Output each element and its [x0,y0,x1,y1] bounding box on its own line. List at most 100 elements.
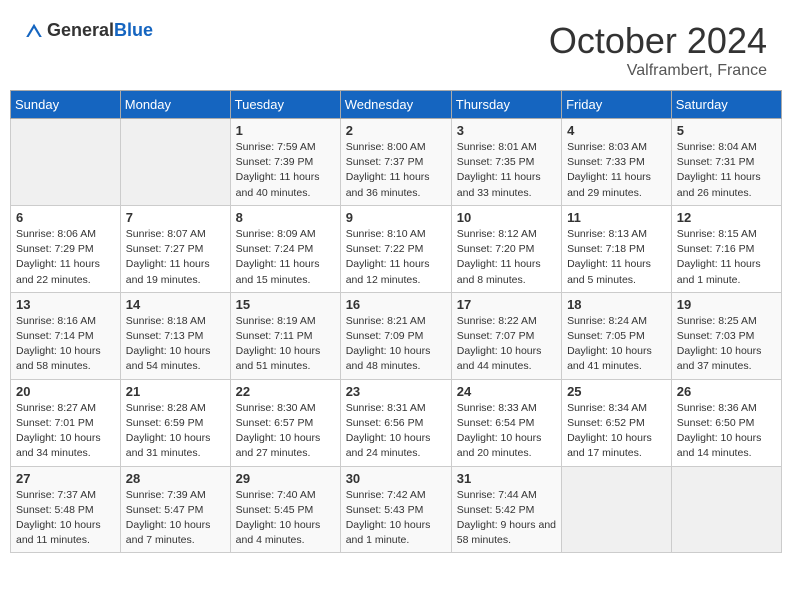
calendar-day-header: Friday [562,91,672,119]
calendar-body: 1 Sunrise: 7:59 AM Sunset: 7:39 PM Daylig… [11,119,782,553]
day-info: Sunrise: 7:59 AM Sunset: 7:39 PM Dayligh… [236,140,335,201]
calendar-cell: 14Sunrise: 8:18 AM Sunset: 7:13 PM Dayli… [120,292,230,379]
calendar-cell: 28 Sunrise: 7:39 AM Sunset: 5:47 PM Dayli… [120,466,230,553]
calendar-cell: 5 Sunrise: 8:04 AM Sunset: 7:31 PM Daylig… [671,119,781,206]
day-info: Sunrise: 8:27 AM Sunset: 7:01 PM Dayligh… [16,401,115,462]
month-title: October 2024 [549,20,767,62]
calendar-cell: 17 Sunrise: 8:22 AM Sunset: 7:07 PM Dayli… [451,292,561,379]
day-info: Sunrise: 8:31 AM Sunset: 6:56 PM Dayligh… [346,401,446,462]
day-number: 1 [236,123,335,138]
day-info: Sunrise: 8:19 AM Sunset: 7:11 PM Dayligh… [236,314,335,375]
calendar-cell: 15 Sunrise: 8:19 AM Sunset: 7:11 PM Dayli… [230,292,340,379]
logo-general-text: General [47,20,114,40]
calendar-cell: 10 Sunrise: 8:12 AM Sunset: 7:20 PM Dayli… [451,205,561,292]
day-number: 4 [567,123,666,138]
calendar-cell: 4 Sunrise: 8:03 AM Sunset: 7:33 PM Daylig… [562,119,672,206]
day-number: 29 [236,471,335,486]
day-info: Sunrise: 8:10 AM Sunset: 7:22 PM Dayligh… [346,227,446,288]
calendar-day-header: Wednesday [340,91,451,119]
day-number: 13 [16,297,115,312]
calendar-cell: 8 Sunrise: 8:09 AM Sunset: 7:24 PM Daylig… [230,205,340,292]
day-number: 5 [677,123,776,138]
day-info: Sunrise: 8:25 AM Sunset: 7:03 PM Dayligh… [677,314,776,375]
location-subtitle: Valframbert, France [549,62,767,80]
page-header: GeneralBlue October 2024 Valframbert, Fr… [10,10,782,85]
day-number: 23 [346,384,446,399]
calendar-day-header: Thursday [451,91,561,119]
day-info: Sunrise: 8:04 AM Sunset: 7:31 PM Dayligh… [677,140,776,201]
calendar-week-row: 1 Sunrise: 7:59 AM Sunset: 7:39 PM Daylig… [11,119,782,206]
day-number: 15 [236,297,335,312]
calendar-cell: 29 Sunrise: 7:40 AM Sunset: 5:45 PM Dayli… [230,466,340,553]
calendar-week-row: 6Sunrise: 8:06 AM Sunset: 7:29 PM Daylig… [11,205,782,292]
day-number: 8 [236,210,335,225]
calendar-cell: 16 Sunrise: 8:21 AM Sunset: 7:09 PM Dayli… [340,292,451,379]
day-info: Sunrise: 8:13 AM Sunset: 7:18 PM Dayligh… [567,227,666,288]
calendar-cell: 1 Sunrise: 7:59 AM Sunset: 7:39 PM Daylig… [230,119,340,206]
day-number: 3 [457,123,556,138]
day-number: 10 [457,210,556,225]
calendar-cell: 3Sunrise: 8:01 AM Sunset: 7:35 PM Daylig… [451,119,561,206]
day-number: 26 [677,384,776,399]
day-number: 9 [346,210,446,225]
day-info: Sunrise: 8:21 AM Sunset: 7:09 PM Dayligh… [346,314,446,375]
day-info: Sunrise: 8:00 AM Sunset: 7:37 PM Dayligh… [346,140,446,201]
day-info: Sunrise: 8:28 AM Sunset: 6:59 PM Dayligh… [126,401,225,462]
day-number: 18 [567,297,666,312]
calendar-week-row: 27 Sunrise: 7:37 AM Sunset: 5:48 PM Dayli… [11,466,782,553]
day-info: Sunrise: 8:09 AM Sunset: 7:24 PM Dayligh… [236,227,335,288]
day-number: 2 [346,123,446,138]
day-number: 17 [457,297,556,312]
calendar-cell: 11 Sunrise: 8:13 AM Sunset: 7:18 PM Dayli… [562,205,672,292]
day-number: 30 [346,471,446,486]
calendar-cell [671,466,781,553]
day-info: Sunrise: 8:34 AM Sunset: 6:52 PM Dayligh… [567,401,666,462]
day-info: Sunrise: 7:42 AM Sunset: 5:43 PM Dayligh… [346,488,446,549]
calendar-cell: 22Sunrise: 8:30 AM Sunset: 6:57 PM Dayli… [230,379,340,466]
calendar-cell: 26Sunrise: 8:36 AM Sunset: 6:50 PM Dayli… [671,379,781,466]
calendar-cell: 6Sunrise: 8:06 AM Sunset: 7:29 PM Daylig… [11,205,121,292]
day-info: Sunrise: 8:24 AM Sunset: 7:05 PM Dayligh… [567,314,666,375]
day-number: 27 [16,471,115,486]
day-number: 12 [677,210,776,225]
day-number: 14 [126,297,225,312]
day-info: Sunrise: 8:33 AM Sunset: 6:54 PM Dayligh… [457,401,556,462]
day-number: 28 [126,471,225,486]
calendar-cell: 7Sunrise: 8:07 AM Sunset: 7:27 PM Daylig… [120,205,230,292]
calendar-week-row: 13Sunrise: 8:16 AM Sunset: 7:14 PM Dayli… [11,292,782,379]
calendar-cell: 31Sunrise: 7:44 AM Sunset: 5:42 PM Dayli… [451,466,561,553]
day-number: 6 [16,210,115,225]
day-info: Sunrise: 7:37 AM Sunset: 5:48 PM Dayligh… [16,488,115,549]
calendar-cell: 13Sunrise: 8:16 AM Sunset: 7:14 PM Dayli… [11,292,121,379]
day-number: 25 [567,384,666,399]
day-info: Sunrise: 7:44 AM Sunset: 5:42 PM Dayligh… [457,488,556,549]
calendar-cell: 21 Sunrise: 8:28 AM Sunset: 6:59 PM Dayli… [120,379,230,466]
calendar-day-header: Saturday [671,91,781,119]
day-info: Sunrise: 7:40 AM Sunset: 5:45 PM Dayligh… [236,488,335,549]
calendar-cell: 25 Sunrise: 8:34 AM Sunset: 6:52 PM Dayli… [562,379,672,466]
calendar-cell [562,466,672,553]
title-block: October 2024 Valframbert, France [549,20,767,80]
calendar-day-header: Monday [120,91,230,119]
day-number: 21 [126,384,225,399]
day-info: Sunrise: 8:15 AM Sunset: 7:16 PM Dayligh… [677,227,776,288]
calendar-cell: 19Sunrise: 8:25 AM Sunset: 7:03 PM Dayli… [671,292,781,379]
calendar-cell: 12 Sunrise: 8:15 AM Sunset: 7:16 PM Dayli… [671,205,781,292]
day-number: 16 [346,297,446,312]
day-info: Sunrise: 7:39 AM Sunset: 5:47 PM Dayligh… [126,488,225,549]
calendar-cell [120,119,230,206]
calendar-week-row: 20Sunrise: 8:27 AM Sunset: 7:01 PM Dayli… [11,379,782,466]
calendar-cell: 24 Sunrise: 8:33 AM Sunset: 6:54 PM Dayli… [451,379,561,466]
calendar-cell: 2 Sunrise: 8:00 AM Sunset: 7:37 PM Daylig… [340,119,451,206]
day-number: 11 [567,210,666,225]
day-info: Sunrise: 8:03 AM Sunset: 7:33 PM Dayligh… [567,140,666,201]
day-info: Sunrise: 8:07 AM Sunset: 7:27 PM Dayligh… [126,227,225,288]
calendar-cell: 20Sunrise: 8:27 AM Sunset: 7:01 PM Dayli… [11,379,121,466]
calendar-cell [11,119,121,206]
day-number: 24 [457,384,556,399]
day-info: Sunrise: 8:22 AM Sunset: 7:07 PM Dayligh… [457,314,556,375]
calendar-cell: 30 Sunrise: 7:42 AM Sunset: 5:43 PM Dayli… [340,466,451,553]
logo-blue-text: Blue [114,20,153,40]
calendar-day-header: Sunday [11,91,121,119]
day-info: Sunrise: 8:12 AM Sunset: 7:20 PM Dayligh… [457,227,556,288]
